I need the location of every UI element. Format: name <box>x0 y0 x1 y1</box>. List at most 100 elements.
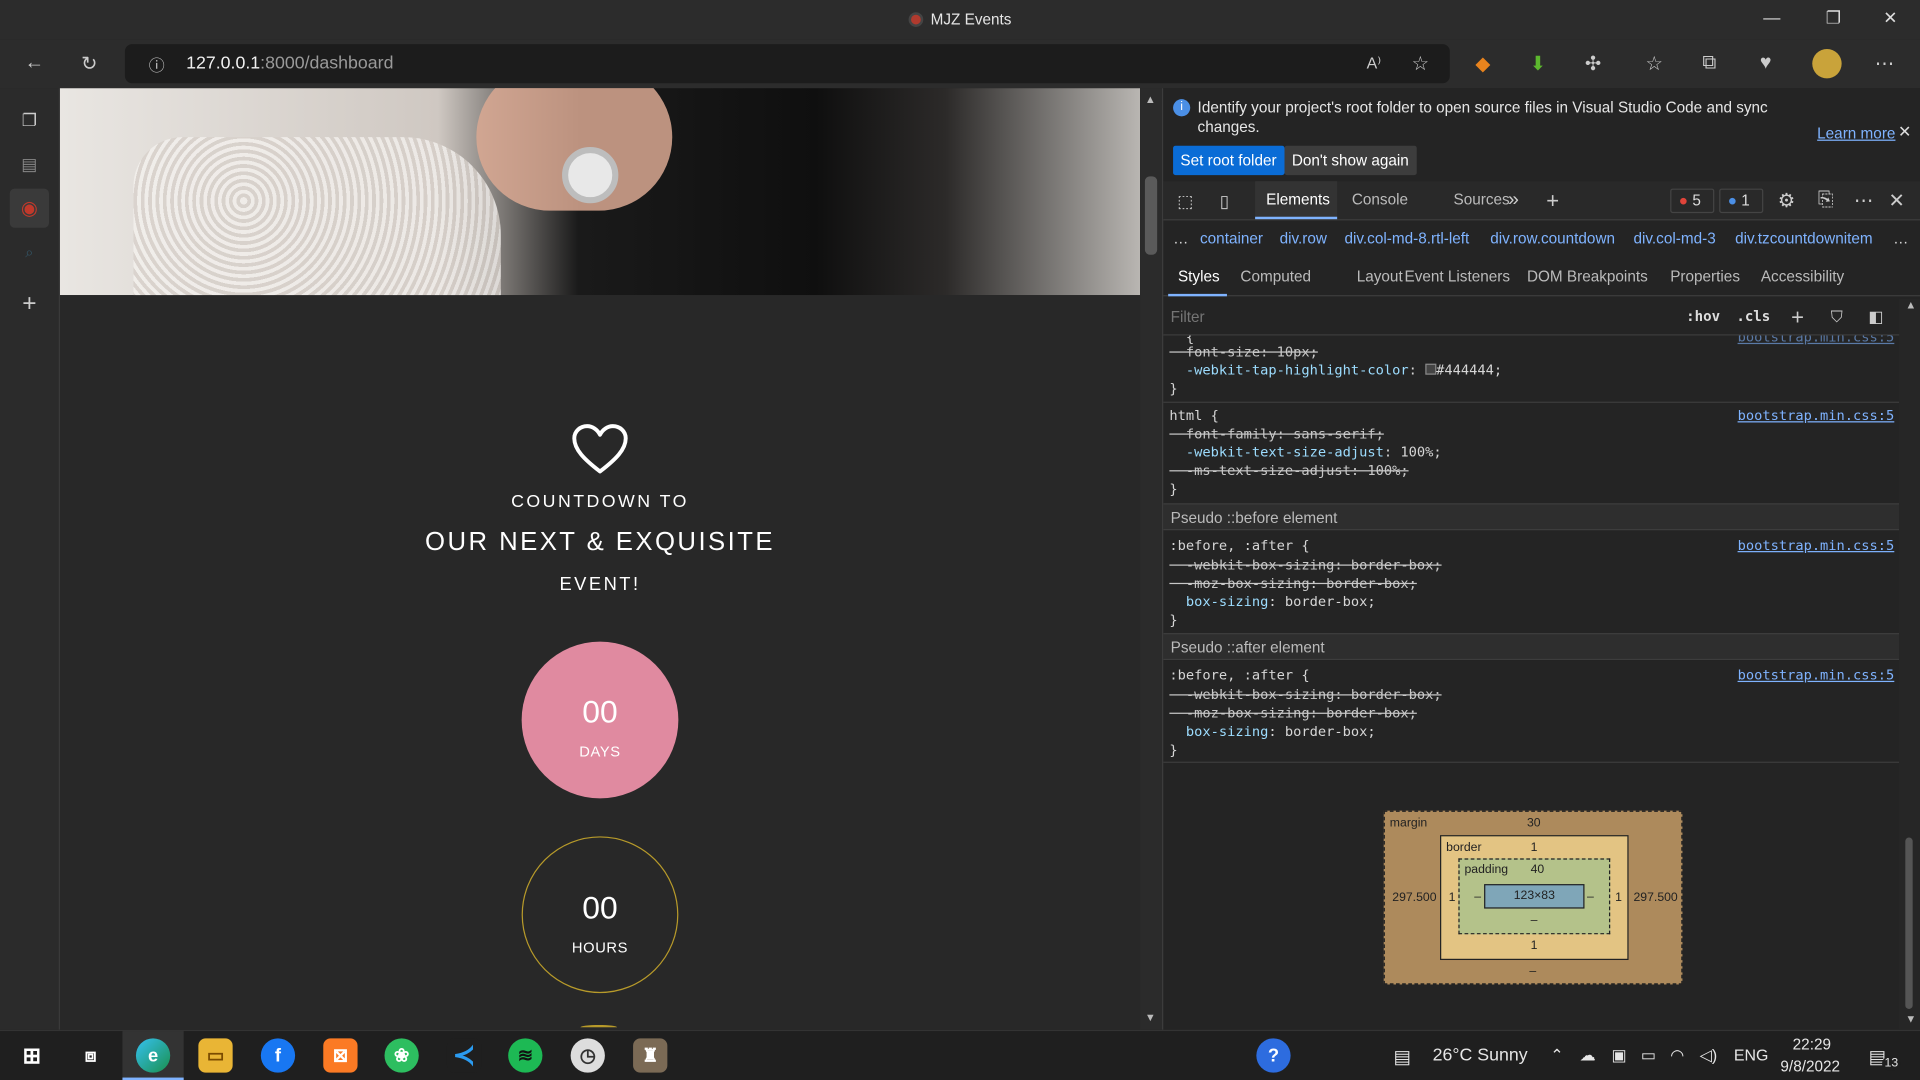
volume-icon[interactable]: ◁) <box>1700 1046 1718 1066</box>
meet-icon[interactable]: ▣ <box>1611 1046 1626 1066</box>
active-tab-icon[interactable]: ◉ <box>9 188 49 228</box>
spotify-icon[interactable]: ≋ <box>508 1038 543 1073</box>
dont-show-again-button[interactable]: Don't show again <box>1284 145 1417 176</box>
close-devtools-icon[interactable]: ✕ <box>1882 186 1911 215</box>
class-toggle[interactable]: .cls <box>1736 307 1770 324</box>
minimize-button[interactable]: — <box>1763 7 1780 27</box>
more-menu-icon[interactable]: ⋯ <box>1870 49 1899 78</box>
page-scrollbar[interactable]: ▲ ▼ <box>1140 88 1163 1030</box>
border-left[interactable]: 1 <box>1449 891 1456 904</box>
devtools-more-icon[interactable]: ⋯ <box>1849 186 1878 215</box>
source-link[interactable]: bootstrap.min.css:5 <box>1738 408 1895 424</box>
border-top[interactable]: 1 <box>1531 841 1538 854</box>
margin-top[interactable]: 30 <box>1527 817 1541 830</box>
breadcrumb-ellipsis[interactable]: … <box>1173 230 1188 247</box>
maximize-button[interactable]: ❐ <box>1826 7 1841 28</box>
color-swatch-icon[interactable] <box>1425 363 1437 375</box>
device-toolbar-icon[interactable]: ▯ <box>1210 186 1239 215</box>
task-view-icon[interactable]: ⧈ <box>73 1038 107 1072</box>
weather-text[interactable]: 26°C Sunny <box>1433 1046 1528 1066</box>
border-right[interactable]: 1 <box>1615 891 1622 904</box>
clock-time[interactable]: 22:29 <box>1793 1036 1831 1053</box>
tray-chevron-icon[interactable]: ⌃ <box>1550 1046 1563 1066</box>
health-icon[interactable]: ♥ <box>1751 49 1780 78</box>
subtab-accessibility[interactable]: Accessibility <box>1761 268 1844 285</box>
styles-scrollbar[interactable]: ▲ ▼ <box>1899 298 1920 1030</box>
padding-bottom[interactable]: – <box>1531 913 1538 926</box>
file-explorer-icon[interactable]: ▭ <box>198 1038 233 1073</box>
toggle-sidebar-icon[interactable]: ◧ <box>1861 302 1890 331</box>
scroll-down-icon[interactable]: ▼ <box>1145 1011 1156 1023</box>
margin-left[interactable]: 297.500 <box>1392 891 1436 904</box>
scroll-up-icon[interactable]: ▲ <box>1905 299 1916 311</box>
scroll-thumb[interactable] <box>1144 176 1158 255</box>
breadcrumb-item[interactable]: div.row.countdown <box>1490 230 1615 247</box>
margin-bottom[interactable]: – <box>1529 965 1536 978</box>
more-tabs-icon[interactable]: » <box>1499 186 1528 215</box>
padding-left[interactable]: – <box>1474 890 1481 903</box>
subtab-layout[interactable]: Layout <box>1357 268 1403 285</box>
clock-app-icon[interactable]: ◷ <box>570 1038 605 1073</box>
padding-right[interactable]: – <box>1587 890 1594 903</box>
favorites-icon[interactable]: ☆ <box>1640 49 1669 78</box>
metamask-extension-icon[interactable]: ◆ <box>1468 49 1497 78</box>
connect-devices-icon[interactable]: ⎘ <box>1811 186 1840 215</box>
padding-top[interactable]: 40 <box>1531 863 1545 876</box>
source-link[interactable]: bootstrap.min.css:5 <box>1738 538 1895 554</box>
read-aloud-icon[interactable]: A⁾ <box>1359 49 1388 78</box>
edge-browser-icon[interactable]: e <box>135 1038 171 1073</box>
start-windows-icon[interactable]: ⊞ <box>15 1038 49 1072</box>
evernote-icon[interactable]: ❀ <box>384 1038 419 1073</box>
error-counter[interactable]: ● 5 <box>1670 188 1715 214</box>
extensions-icon[interactable]: ✣ <box>1578 49 1607 78</box>
source-link[interactable]: bootstrap.min.css:5 <box>1738 336 1895 346</box>
close-infobar-icon[interactable]: ✕ <box>1898 122 1911 142</box>
breadcrumb-overflow[interactable]: … <box>1893 230 1908 247</box>
help-icon[interactable]: ? <box>1256 1038 1291 1073</box>
facebook-icon[interactable]: f <box>260 1038 296 1073</box>
scroll-thumb[interactable] <box>1905 837 1913 1009</box>
clock-date[interactable]: 9/8/2022 <box>1780 1058 1840 1075</box>
source-link[interactable]: bootstrap.min.css:5 <box>1738 667 1895 683</box>
element-state-icon[interactable]: ⛉ <box>1822 302 1851 331</box>
add-tab-icon[interactable]: + <box>1538 186 1567 215</box>
breadcrumb-item[interactable]: container <box>1200 230 1263 247</box>
margin-right[interactable]: 297.500 <box>1633 891 1677 904</box>
add-favorite-icon[interactable]: ☆ <box>1406 49 1435 78</box>
profile-avatar[interactable] <box>1812 48 1842 79</box>
learn-more-link[interactable]: Learn more <box>1817 125 1895 142</box>
info-counter[interactable]: ● 1 <box>1719 188 1764 214</box>
hover-state-toggle[interactable]: :hov <box>1686 307 1720 324</box>
vscode-icon[interactable]: ≺ <box>446 1038 482 1073</box>
download-extension-icon[interactable]: ⬇ <box>1523 49 1552 78</box>
tab-page-icon[interactable]: ▤ <box>15 149 44 178</box>
settings-gear-icon[interactable]: ⚙ <box>1772 186 1801 215</box>
wifi-icon[interactable]: ◠ <box>1670 1046 1684 1066</box>
tab-console[interactable]: Console <box>1352 191 1408 208</box>
subtab-properties[interactable]: Properties <box>1670 268 1740 285</box>
back-icon[interactable]: ← <box>20 49 49 78</box>
content-box[interactable]: 123×83 <box>1484 884 1585 909</box>
subtab-event-listeners[interactable]: Event Listeners <box>1405 268 1511 285</box>
xampp-icon[interactable]: ⊠ <box>323 1038 358 1073</box>
breadcrumb-item[interactable]: div.tzcountdownitem <box>1735 230 1873 247</box>
address-bar[interactable]: ⓘ 127.0.0.1:8000/dashboard A⁾ ☆ <box>124 44 1450 84</box>
search-tab-icon[interactable]: ⌕ <box>15 238 44 267</box>
subtab-computed[interactable]: Computed <box>1240 268 1311 285</box>
tab-elements-label[interactable]: Elements <box>1266 191 1330 208</box>
styles-filter-input[interactable] <box>1165 302 1666 332</box>
language-indicator[interactable]: ENG <box>1734 1046 1768 1064</box>
collections-icon[interactable]: ⧉ <box>1695 49 1724 78</box>
new-tab-icon[interactable]: + <box>15 289 44 318</box>
site-info-icon[interactable]: ⓘ <box>142 49 171 78</box>
onedrive-icon[interactable]: ☁ <box>1580 1046 1596 1066</box>
breadcrumb-item[interactable]: div.col-md-8.rtl-left <box>1345 230 1470 247</box>
subtab-styles[interactable]: Styles <box>1178 268 1220 285</box>
set-root-folder-button[interactable]: Set root folder <box>1173 145 1284 176</box>
refresh-icon[interactable]: ↻ <box>75 49 104 78</box>
weather-icon[interactable]: ▤ <box>1393 1046 1410 1068</box>
breadcrumb-item[interactable]: div.col-md-3 <box>1633 230 1715 247</box>
scroll-up-icon[interactable]: ▲ <box>1145 93 1156 105</box>
border-bottom[interactable]: 1 <box>1531 939 1538 952</box>
close-window-button[interactable]: ✕ <box>1883 7 1897 28</box>
